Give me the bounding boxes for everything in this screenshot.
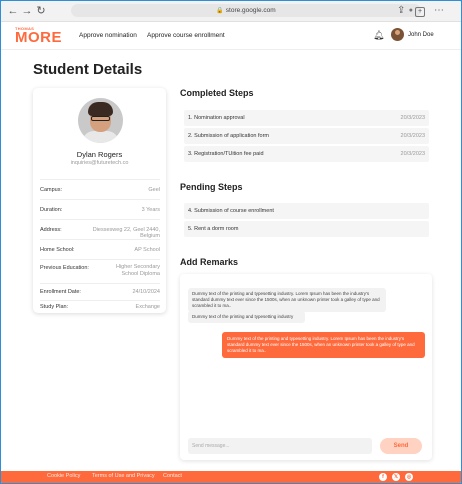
profile-row-previous-education: Previous Education: Higher Secondary Sch… bbox=[40, 259, 160, 284]
field-label: Home School: bbox=[40, 247, 75, 253]
bell-icon[interactable]: 🔔︎ bbox=[373, 30, 384, 41]
profile-photo bbox=[78, 98, 123, 143]
field-value: 3 Years bbox=[141, 207, 160, 213]
reload-icon[interactable]: ↻ bbox=[35, 4, 47, 18]
address-bar[interactable]: 🔒 store.google.com ● bbox=[71, 4, 421, 17]
field-label: Duration: bbox=[40, 207, 63, 213]
share-icon[interactable]: ⇪ bbox=[397, 4, 405, 18]
logo[interactable]: THOMAS MORE bbox=[15, 26, 62, 46]
nav-approve-course-enrollment[interactable]: Approve course enrollment bbox=[147, 32, 225, 39]
user-name[interactable]: John Doe bbox=[408, 32, 434, 38]
field-value: AP School bbox=[134, 247, 160, 253]
step-label: 1. Nomination approval bbox=[188, 115, 245, 121]
message-input[interactable] bbox=[188, 438, 372, 454]
page-title: Student Details bbox=[33, 61, 143, 78]
step-date: 20/3/2023 bbox=[400, 115, 425, 121]
chat-message-incoming: Dummy text of the printing and typesetti… bbox=[188, 288, 386, 312]
pending-steps-title: Pending Steps bbox=[180, 182, 243, 192]
arrow-right-icon[interactable]: → bbox=[21, 4, 33, 18]
field-value: Higher Secondary School Diploma bbox=[115, 264, 160, 277]
profile-row-address: Address: Diessesweg 22, Geel 2440, Belgi… bbox=[40, 219, 160, 240]
lock-icon: 🔒 bbox=[216, 8, 224, 14]
step-label: 2. Submission of application form bbox=[188, 133, 270, 139]
field-label: Enrollment Date: bbox=[40, 289, 81, 295]
completed-step: 2. Submission of application form 20/3/2… bbox=[184, 128, 429, 144]
field-label: Address: bbox=[40, 227, 62, 233]
profile-row-home-school: Home School: AP School bbox=[40, 239, 160, 260]
arrow-left-icon[interactable]: ← bbox=[7, 4, 19, 18]
footer: Cookie Policy Terms of Use and Privacy C… bbox=[1, 471, 461, 483]
nav-approve-nomination[interactable]: Approve nomination bbox=[79, 32, 137, 39]
field-value: 24/10/2024 bbox=[132, 289, 160, 295]
profile-email: inquiries@futuretech.co bbox=[70, 160, 129, 166]
step-date: 20/3/2023 bbox=[400, 151, 425, 157]
logo-big-text: MORE bbox=[15, 29, 62, 46]
profile-row-enrollment-date: Enrollment Date: 24/10/2024 bbox=[40, 283, 160, 301]
step-label: 4. Submission of course enrollment bbox=[188, 208, 274, 214]
avatar[interactable] bbox=[391, 28, 404, 41]
completed-step: 1. Nomination approval 20/3/2023 bbox=[184, 110, 429, 126]
footer-link-terms[interactable]: Terms of Use and Privacy bbox=[92, 473, 155, 479]
profile-row-campus: Campus: Geel bbox=[40, 179, 160, 200]
field-value: Exchange bbox=[135, 304, 160, 310]
profile-row-duration: Duration: 3 Years bbox=[40, 199, 160, 220]
app-window: ← → ↻ 🔒 store.google.com ● ⇪ + ⋯ THOMAS M… bbox=[0, 0, 462, 484]
microphone-icon[interactable]: ● bbox=[409, 4, 413, 17]
instagram-icon[interactable]: ◎ bbox=[405, 473, 413, 481]
step-label: 5. Rent a dorm room bbox=[188, 226, 239, 232]
remarks-chat: Dummy text of the printing and typesetti… bbox=[180, 274, 432, 460]
browser-toolbar: ← → ↻ 🔒 store.google.com ● ⇪ + ⋯ bbox=[1, 1, 461, 22]
pending-step[interactable]: 5. Rent a dorm room bbox=[184, 221, 429, 237]
tabs-icon[interactable]: + bbox=[415, 7, 425, 17]
field-value: Diessesweg 22, Geel 2440, Belgium bbox=[92, 227, 160, 239]
field-value: Geel bbox=[148, 187, 160, 193]
profile-row-study-plan: Study Plan: Exchange bbox=[40, 300, 160, 314]
chat-message-outgoing: Dummy text of the printing and typesetti… bbox=[222, 332, 425, 358]
profile-name: Dylan Rogers bbox=[76, 150, 123, 159]
completed-steps-title: Completed Steps bbox=[180, 88, 254, 98]
add-remarks-title: Add Remarks bbox=[180, 257, 239, 267]
url-text: store.google.com bbox=[225, 7, 276, 14]
app-header: THOMAS MORE Approve nomination Approve c… bbox=[1, 22, 461, 50]
step-label: 3. Registration/TUition fee paid bbox=[188, 151, 264, 157]
send-button[interactable]: Send bbox=[380, 438, 422, 454]
footer-link-cookie-policy[interactable]: Cookie Policy bbox=[47, 473, 80, 479]
twitter-icon[interactable]: 𝕏 bbox=[392, 473, 400, 481]
more-icon[interactable]: ⋯ bbox=[434, 4, 444, 18]
pending-step[interactable]: 4. Submission of course enrollment bbox=[184, 203, 429, 219]
field-label: Campus: bbox=[40, 187, 63, 193]
completed-step: 3. Registration/TUition fee paid 20/3/20… bbox=[184, 146, 429, 162]
field-label: Study Plan: bbox=[40, 304, 69, 310]
field-label: Previous Education: bbox=[40, 265, 89, 271]
step-date: 20/3/2023 bbox=[400, 133, 425, 139]
facebook-icon[interactable]: f bbox=[379, 473, 387, 481]
chat-message-incoming: Dummy text of the printing and typesetti… bbox=[188, 311, 305, 323]
footer-link-contact[interactable]: Contact bbox=[163, 473, 182, 479]
profile-card: Dylan Rogers inquiries@futuretech.co Cam… bbox=[33, 88, 166, 313]
